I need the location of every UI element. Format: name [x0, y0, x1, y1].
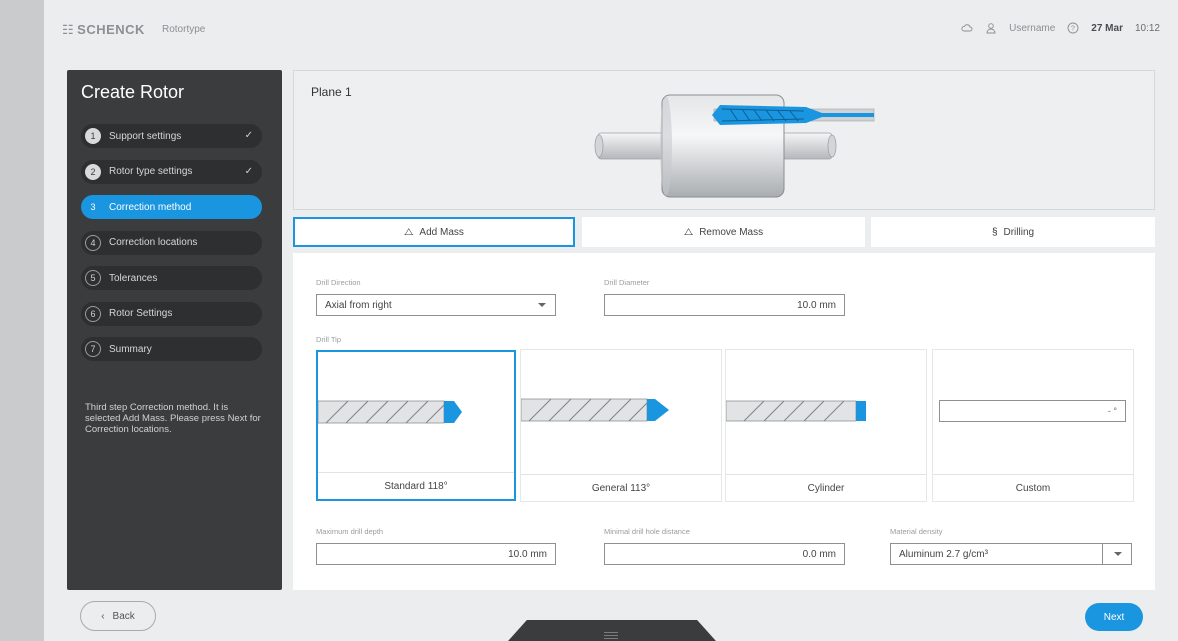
drill-diameter-input[interactable]: 10.0 mm	[604, 294, 845, 316]
tip-caption: General 113°	[521, 474, 721, 501]
status-area: Username ? 27 Mar 10:12	[961, 22, 1160, 34]
drill-direction-value: Axial from right	[325, 299, 392, 311]
min-hole-distance-label: Minimal drill hole distance	[604, 527, 690, 536]
cylinder-drill-icon	[726, 400, 866, 422]
drill-tip-custom[interactable]: - ° Custom	[933, 350, 1133, 501]
drill-tip-label: Drill Tip	[316, 335, 342, 344]
tab-add-mass[interactable]: ⧍ Add Mass	[293, 217, 575, 247]
tip-caption: Standard 118°	[318, 472, 514, 499]
step-summary[interactable]: 7 Summary	[81, 337, 262, 361]
chevron-down-icon	[538, 303, 546, 307]
step-number: 2	[85, 163, 101, 180]
step-label: Tolerances	[109, 272, 158, 284]
step-number: 4	[85, 234, 101, 251]
tip-caption: Custom	[933, 474, 1133, 501]
drill-tip-general[interactable]: General 113°	[521, 350, 721, 501]
material-density-select[interactable]: Aluminum 2.7 g/cm³	[890, 543, 1132, 565]
step-label: Support settings	[109, 130, 182, 142]
step-list: 1 Support settings ✓ 2 Rotor type settings ✓…	[81, 124, 262, 373]
step-rotor-settings[interactable]: 6 Rotor Settings	[81, 301, 262, 326]
logo-mark-icon: ☷	[62, 22, 75, 37]
tip-caption: Cylinder	[726, 474, 926, 501]
step-correction-method[interactable]: 3 Correction method	[81, 195, 262, 219]
bottom-drawer-handle[interactable]	[500, 620, 724, 641]
step-number: 7	[85, 341, 101, 357]
tab-label: Remove Mass	[699, 226, 764, 238]
chevron-down-icon	[1114, 552, 1122, 556]
drill-direction-label: Drill Direction	[316, 278, 361, 287]
help-icon[interactable]: ?	[1067, 22, 1079, 34]
drill-direction-select[interactable]: Axial from right	[316, 294, 556, 316]
plane-title: Plane 1	[311, 85, 352, 99]
step-label: Correction method	[109, 201, 192, 213]
logo: ☷ SCHENCK	[62, 22, 145, 38]
select-divider	[1102, 544, 1103, 564]
back-label: Back	[112, 610, 135, 622]
username[interactable]: Username	[1009, 23, 1055, 34]
app-title: Rotortype	[162, 24, 206, 35]
tab-label: Drilling	[1003, 226, 1035, 238]
wizard-sidebar: Create Rotor 1 Support settings ✓ 2 Rotor t…	[67, 70, 282, 590]
check-icon: ✓	[244, 165, 253, 177]
tab-drilling[interactable]: § Drilling	[871, 217, 1155, 247]
step-rotor-type-settings[interactable]: 2 Rotor type settings ✓	[81, 159, 262, 184]
step-number: 3	[90, 202, 96, 212]
material-density-value: Aluminum 2.7 g/cm³	[899, 548, 988, 560]
logo-text: SCHENCK	[77, 22, 145, 37]
general-drill-icon	[521, 398, 669, 422]
add-mass-icon: ⧍	[404, 226, 414, 238]
step-correction-locations[interactable]: 4 Correction locations	[81, 230, 262, 255]
step-help-text: Third step Correction method. It is sele…	[85, 402, 261, 435]
top-bar: ☷ SCHENCK Rotortype Username ? 27 Mar 10:…	[44, 0, 1178, 60]
menu-icon	[604, 632, 618, 639]
max-drill-depth-input[interactable]: 10.0 mm	[316, 543, 556, 565]
step-number: 6	[85, 305, 101, 322]
rotor-drill-illustration	[594, 94, 875, 198]
drill-tip-cylinder[interactable]: Cylinder	[726, 350, 926, 501]
drill-diameter-label: Drill Diameter	[604, 278, 650, 287]
time: 10:12	[1134, 22, 1160, 34]
correction-method-tabs: ⧍ Add Mass ⧍ Remove Mass § Drilling	[293, 217, 1155, 247]
cloud-icon[interactable]	[961, 22, 973, 34]
main-panel: Plane 1 ⧍ Add Mass ⧍ Remove Mass § Drill…	[293, 70, 1155, 590]
next-button[interactable]: Next	[1085, 603, 1143, 631]
back-button[interactable]: ‹ Back	[80, 601, 156, 631]
min-hole-distance-input[interactable]: 0.0 mm	[604, 543, 845, 565]
drilling-icon: §	[991, 226, 998, 238]
custom-angle-input[interactable]: - °	[939, 400, 1126, 422]
chevron-left-icon: ‹	[101, 610, 105, 622]
step-number: 1	[85, 128, 101, 144]
settings-panel: Drill Direction Axial from right Drill D…	[293, 253, 1155, 590]
material-density-label: Material density	[890, 527, 943, 536]
step-label: Summary	[109, 343, 152, 355]
max-drill-depth-label: Maximum drill depth	[316, 527, 384, 536]
svg-text:?: ?	[1071, 26, 1075, 33]
tab-label: Add Mass	[419, 226, 464, 238]
plane-preview: Plane 1	[293, 70, 1155, 210]
drill-tip-standard[interactable]: Standard 118°	[316, 350, 516, 501]
check-icon: ✓	[244, 130, 253, 141]
app-frame: ☷ SCHENCK Rotortype Username ? 27 Mar 10:…	[44, 0, 1178, 641]
step-label: Rotor Settings	[109, 308, 173, 319]
step-number: 5	[85, 270, 101, 286]
standard-drill-icon	[318, 400, 462, 424]
step-label: Correction locations	[109, 237, 198, 248]
step-label: Rotor type settings	[109, 166, 193, 177]
tab-remove-mass[interactable]: ⧍ Remove Mass	[582, 217, 865, 247]
sidebar-title: Create Rotor	[81, 82, 185, 102]
date: 27 Mar	[1091, 22, 1123, 34]
user-icon[interactable]	[985, 22, 997, 34]
step-tolerances[interactable]: 5 Tolerances	[81, 266, 262, 290]
remove-mass-icon: ⧍	[683, 226, 694, 238]
step-support-settings[interactable]: 1 Support settings ✓	[81, 124, 262, 148]
